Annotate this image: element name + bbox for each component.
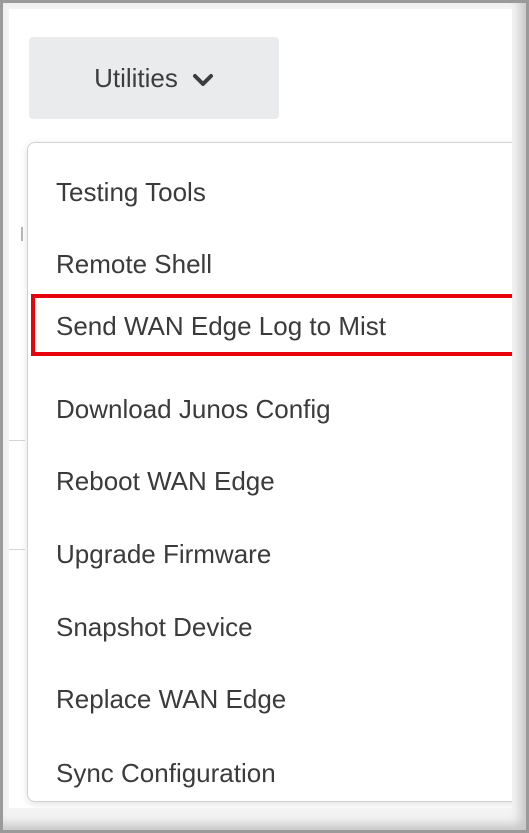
menu-item-label: Download Junos Config — [56, 393, 331, 424]
menu-item-label: Remote Shell — [56, 248, 213, 279]
page-background: Utilities Testing Tools Remote Shell Sen… — [9, 9, 512, 808]
menu-item-sync-configuration[interactable]: Sync Configuration — [28, 743, 512, 803]
utilities-button-label: Utilities — [94, 62, 178, 93]
menu-item-reboot-wan-edge[interactable]: Reboot WAN Edge — [28, 451, 512, 511]
menu-item-label: Upgrade Firmware — [56, 538, 272, 569]
screenshot-frame: Utilities Testing Tools Remote Shell Sen… — [0, 0, 529, 833]
menu-item-testing-tools[interactable]: Testing Tools — [28, 162, 512, 222]
menu-item-replace-wan-edge[interactable]: Replace WAN Edge — [28, 669, 512, 729]
menu-item-download-junos-config[interactable]: Download Junos Config — [28, 379, 512, 439]
menu-item-label: Reboot WAN Edge — [56, 465, 275, 496]
utilities-menu: Testing Tools Remote Shell Send WAN Edge… — [27, 142, 512, 802]
menu-item-label: Testing Tools — [56, 176, 206, 207]
highlight-box — [31, 294, 512, 356]
menu-item-label: Replace WAN Edge — [56, 683, 287, 714]
menu-item-snapshot-device[interactable]: Snapshot Device — [28, 597, 512, 657]
menu-item-label: Snapshot Device — [56, 611, 253, 642]
menu-item-remote-shell[interactable]: Remote Shell — [28, 234, 512, 294]
utilities-dropdown-button[interactable]: Utilities — [29, 37, 279, 119]
background-divider — [9, 549, 25, 550]
chevron-down-icon — [192, 67, 214, 89]
background-divider — [21, 227, 23, 241]
menu-item-upgrade-firmware[interactable]: Upgrade Firmware — [28, 524, 512, 584]
menu-item-label: Sync Configuration — [56, 757, 276, 788]
background-divider — [9, 440, 25, 441]
